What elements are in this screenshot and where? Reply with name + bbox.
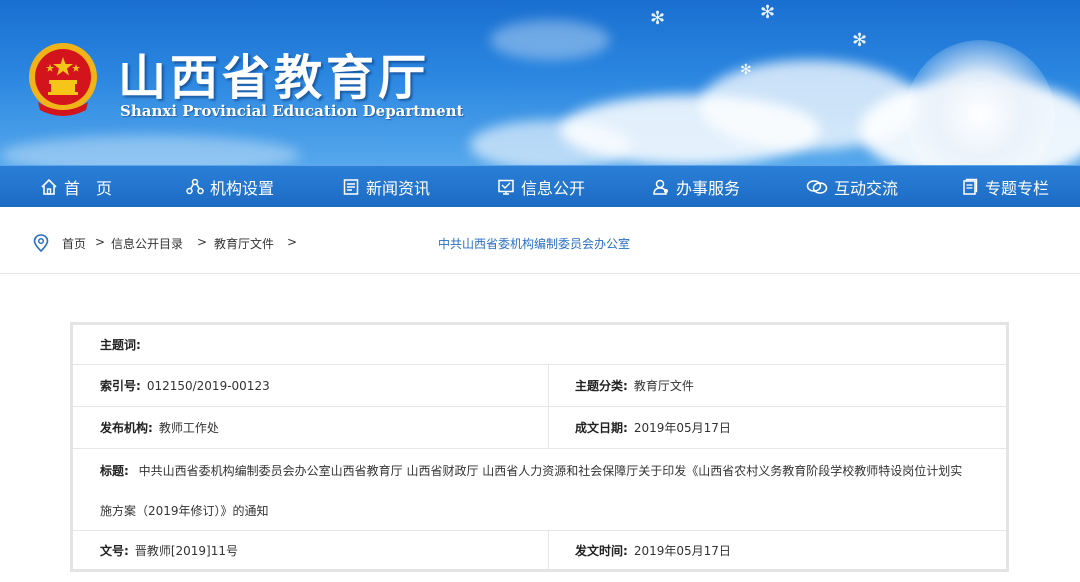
title-line-1: 标题: 中共山西省委机构编制委员会办公室山西省教育厅 山西省财政厅 山西省人力资…: [100, 462, 962, 479]
info-row-doc-number: 文号: 晋教师[2019]11号 发文时间: 2019年05月17日: [73, 531, 1006, 569]
site-subtitle: Shanxi Provincial Education Department: [120, 102, 464, 120]
publisher-value: 教师工作处: [158, 421, 219, 435]
info-row-index: 索引号: 012150/2019-00123 主题分类: 教育厅文件: [73, 365, 1006, 407]
nav-item-label: 新闻资讯: [366, 179, 431, 198]
column-icon: [963, 178, 978, 195]
nav-item-label: 互动交流: [834, 179, 899, 198]
nav-item-news[interactable]: 新闻资讯: [342, 166, 430, 208]
dandelion-decoration: [905, 40, 1055, 165]
nav-item-label: 首 页: [64, 179, 113, 198]
home-icon: [41, 178, 57, 195]
title-label: 标题:: [100, 464, 129, 478]
created-date-label: 成文日期:: [575, 421, 628, 435]
title-line-2: 施方案（2019年修订）》的通知: [100, 502, 269, 519]
created-date-value: 2019年05月17日: [633, 421, 731, 435]
category-value: 教育厅文件: [633, 379, 694, 393]
national-emblem-icon[interactable]: [24, 40, 102, 118]
nav-item-info[interactable]: 信息公开: [497, 166, 585, 208]
issued-date-label: 发文时间:: [575, 543, 628, 558]
nav-item-label: 机构设置: [210, 179, 275, 198]
breadcrumb-current[interactable]: 中共山西省委机构编制委员会办公室: [438, 235, 630, 252]
news-icon: [343, 179, 359, 195]
nav-item-org[interactable]: 机构设置: [186, 166, 274, 208]
breadcrumb-separator: >: [197, 235, 208, 249]
breadcrumb: 首页 > 信息公开目录 > 教育厅文件 > 中共山西省委机构编制委员会办公室: [0, 207, 1080, 274]
breadcrumb-separator: >: [287, 235, 298, 249]
seed-decoration: ✻: [852, 30, 868, 51]
info-icon: [498, 179, 514, 195]
service-icon: [653, 179, 668, 195]
document-info-table: 主题词: 索引号: 012150/2019-00123 主题分类: 教育厅文件 …: [70, 322, 1009, 572]
index-label: 索引号:: [100, 379, 141, 393]
header-banner: ✻ ✻ ✻ ✻ 山西省教育厅 Shanxi Provincial Educati…: [0, 0, 1080, 165]
doc-number-label: 文号:: [100, 543, 129, 558]
nav-item-home[interactable]: 首 页: [40, 166, 112, 208]
title-value-line-1: 中共山西省委机构编制委员会办公室山西省教育厅 山西省财政厅 山西省人力资源和社会…: [138, 464, 963, 478]
info-row-publisher: 发布机构: 教师工作处 成文日期: 2019年05月17日: [73, 407, 1006, 449]
site-title: 山西省教育厅: [118, 50, 431, 106]
breadcrumb-dept-files[interactable]: 教育厅文件: [214, 235, 274, 252]
info-row-title: 标题: 中共山西省委机构编制委员会办公室山西省教育厅 山西省财政厅 山西省人力资…: [73, 449, 1006, 531]
nav-item-label: 信息公开: [521, 179, 586, 198]
chat-icon: [806, 180, 828, 194]
category-label: 主题分类:: [575, 379, 628, 393]
breadcrumb-info-catalog[interactable]: 信息公开目录: [111, 235, 183, 252]
cloud-decoration: [0, 135, 300, 165]
nav-item-column[interactable]: 专题专栏: [961, 166, 1049, 208]
column-divider: [548, 531, 549, 569]
column-divider: [548, 407, 549, 448]
issued-date-value: 2019年05月17日: [633, 543, 731, 558]
title-value-line-2: 施方案（2019年修订）》的通知: [100, 504, 269, 518]
publisher-label: 发布机构:: [100, 421, 153, 435]
subject-words-label: 主题词:: [100, 338, 141, 352]
seed-decoration: ✻: [760, 2, 776, 23]
seed-decoration: ✻: [740, 62, 752, 78]
nav-item-label: 专题专栏: [985, 179, 1050, 198]
main-nav: 首 页 机构设置 新闻资讯 信息公开 办事服务 互动交流 专题专栏: [0, 165, 1080, 207]
nav-item-service[interactable]: 办事服务: [652, 166, 740, 208]
breadcrumb-home[interactable]: 首页: [62, 235, 86, 252]
doc-number-value: 晋教师[2019]11号: [134, 543, 238, 558]
column-divider: [548, 365, 549, 406]
cloud-decoration: [490, 20, 610, 60]
info-row-subject-words: 主题词:: [73, 325, 1006, 365]
index-value: 012150/2019-00123: [146, 378, 270, 393]
seed-decoration: ✻: [650, 8, 666, 29]
nav-item-label: 办事服务: [676, 179, 741, 198]
org-icon: [186, 178, 204, 195]
breadcrumb-separator: >: [95, 235, 106, 249]
nav-item-chat[interactable]: 互动交流: [806, 166, 898, 208]
location-pin-icon: [33, 234, 49, 252]
